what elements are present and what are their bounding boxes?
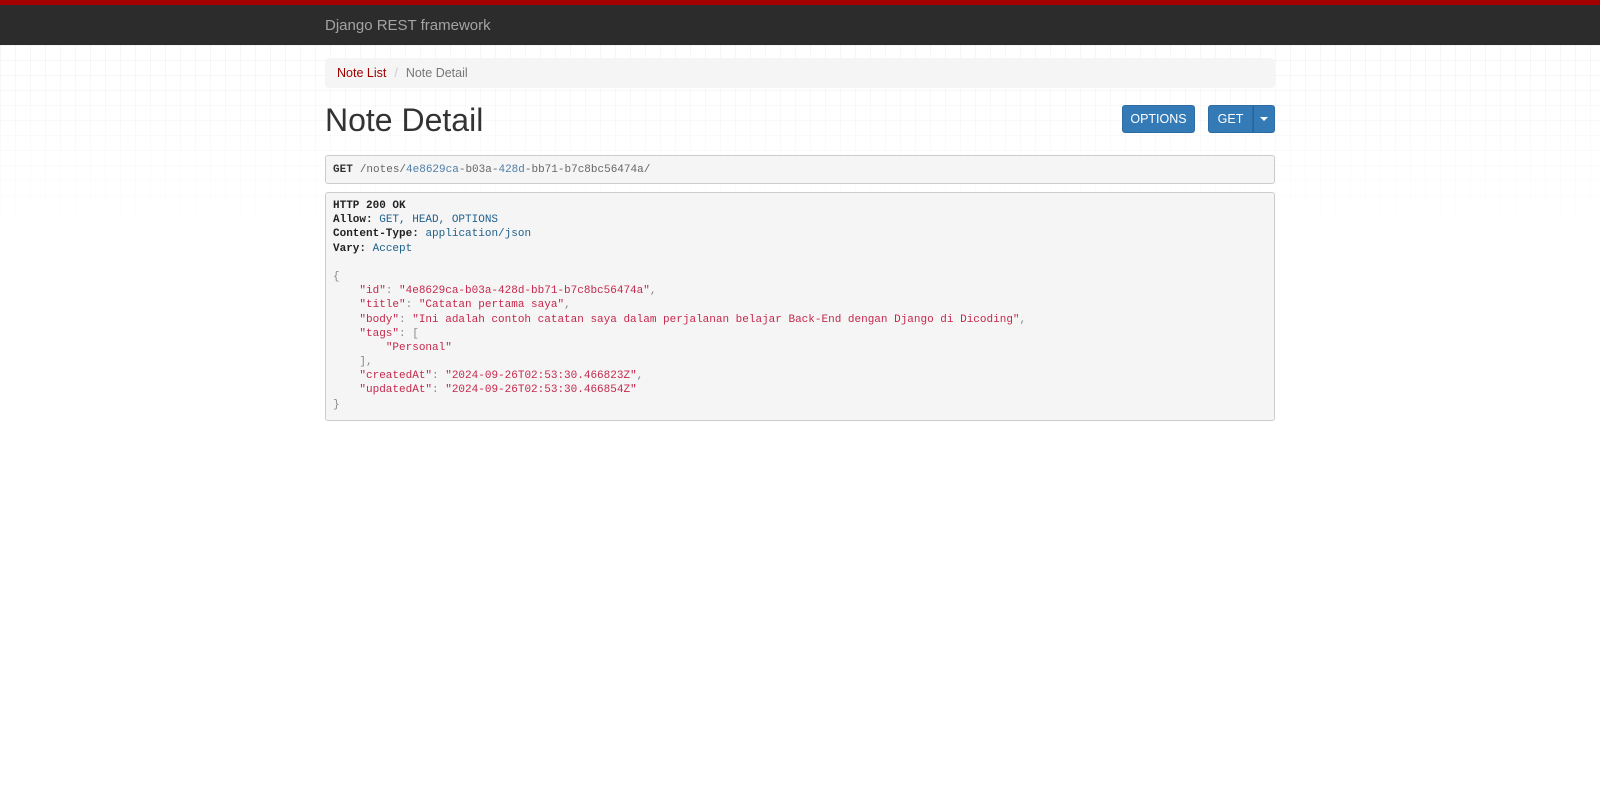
- json-value: "4e8629ca-b03a-428d-bb71-b7c8bc56474a": [399, 285, 650, 298]
- response-header: Vary: Accept: [333, 242, 1267, 256]
- json-key: "body": [359, 313, 400, 326]
- json-close-brace: }: [333, 398, 340, 411]
- json-value: "2024-09-26T02:53:30.466854Z": [445, 384, 637, 397]
- json-line: "body": "Ini adalah contoh catatan saya …: [359, 313, 1027, 326]
- request-path-part: bb71: [531, 163, 558, 176]
- json-key: "createdAt": [359, 370, 433, 383]
- breadcrumb-item-note-detail: Note Detail: [405, 66, 468, 80]
- breadcrumb: Note List / Note Detail: [325, 58, 1275, 88]
- response-status: HTTP 200 OK: [333, 199, 1267, 213]
- request-path-part: -: [557, 163, 565, 176]
- json-key: "title": [359, 299, 406, 312]
- header-key: Content-Type:: [333, 228, 419, 241]
- json-line: {: [333, 270, 1267, 284]
- request-path-part: b03a: [465, 163, 492, 176]
- options-button[interactable]: OPTIONS: [1122, 105, 1195, 133]
- header-value: Accept: [372, 242, 413, 255]
- json-line: "title": "Catatan pertama saya",: [359, 299, 571, 312]
- get-button[interactable]: GET: [1208, 105, 1253, 133]
- navbar: Django REST framework: [0, 0, 1600, 45]
- status-line: HTTP 200 OK: [333, 200, 406, 212]
- json-line: }: [333, 398, 1267, 412]
- request-path-part: b7c8bc56474a: [564, 163, 644, 176]
- json-value: "Catatan pertama saya": [418, 299, 565, 312]
- response-header: Allow: GET, HEAD, OPTIONS: [333, 213, 1267, 227]
- json-key: "tags": [359, 327, 400, 340]
- json-value: "2024-09-26T02:53:30.466823Z": [445, 370, 637, 383]
- json-line: "Personal": [333, 341, 1267, 355]
- json-line: "createdAt": "2024-09-26T02:53:30.466823…: [359, 370, 644, 383]
- response-info: HTTP 200 OK Allow: GET, HEAD, OPTIONS Cont…: [325, 192, 1275, 421]
- json-array-open: [: [412, 327, 419, 340]
- caret-down-icon: [1260, 117, 1268, 121]
- json-array-close: ],: [359, 356, 373, 369]
- request-info: GET/notes/4e8629ca - b03a -428d - bb71- b7c8bc…: [325, 155, 1275, 184]
- request-path-suffix: /: [643, 163, 651, 176]
- json-key: "id": [359, 285, 386, 298]
- request-path-part: 4e8629ca: [406, 163, 459, 176]
- request-method: GET: [333, 163, 353, 176]
- request-path-part: -: [491, 163, 499, 176]
- header-value: application/json: [425, 228, 532, 241]
- json-line: ],: [333, 355, 1267, 369]
- response-header: Content-Type: application/json: [333, 227, 1267, 241]
- get-format-dropdown-toggle[interactable]: [1253, 105, 1275, 133]
- main-content: Note List / Note Detail Note Detail OPTI…: [325, 58, 1275, 421]
- breadcrumb-separator: /: [394, 66, 398, 80]
- json-line: "id": "4e8629ca-b03a-428d-bb71-b7c8bc564…: [359, 285, 657, 298]
- breadcrumb-item-note-list[interactable]: Note List: [337, 66, 386, 80]
- json-key: "updatedAt": [359, 384, 433, 397]
- json-line: "tags": [: [359, 327, 419, 340]
- json-array-item: "Personal": [385, 341, 452, 354]
- request-path-part: -: [458, 163, 466, 176]
- header-key: Allow:: [333, 214, 373, 227]
- header-value: GET, HEAD, OPTIONS: [379, 214, 499, 227]
- json-value: "Ini adalah contoh catatan saya dalam pe…: [412, 313, 1020, 326]
- page-title: Note Detail: [325, 102, 484, 138]
- request-path-prefix: /notes/: [359, 163, 407, 176]
- header-key: Vary:: [333, 242, 367, 255]
- request-path-part: 428d: [498, 163, 525, 176]
- json-open-brace: {: [333, 270, 340, 283]
- json-line: "updatedAt": "2024-09-26T02:53:30.466854…: [359, 384, 637, 397]
- request-path-part: -: [524, 163, 532, 176]
- navbar-brand[interactable]: Django REST framework: [325, 17, 491, 34]
